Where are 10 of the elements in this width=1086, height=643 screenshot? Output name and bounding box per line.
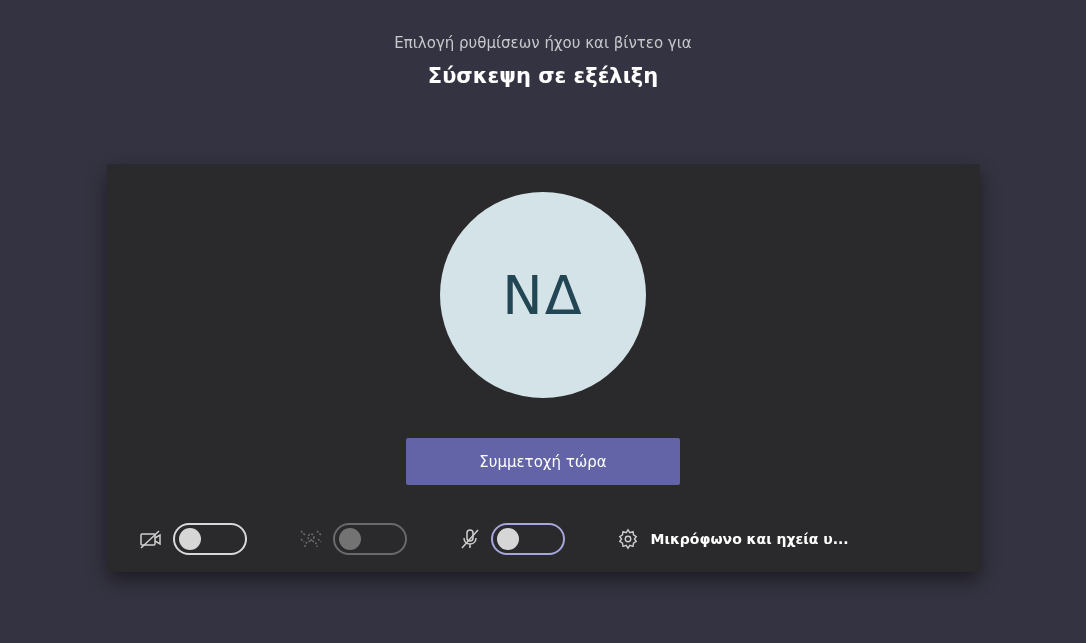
- avatar: ΝΔ: [440, 192, 646, 398]
- device-settings-button[interactable]: Μικρόφωνο και ηχεία υ...: [616, 528, 849, 550]
- camera-off-icon: [138, 529, 163, 549]
- toggle-switch[interactable]: [490, 523, 565, 555]
- subtitle: Επιλογή ρυθμίσεων ήχου και βίντεο για: [394, 34, 692, 52]
- meeting-title: Σύσκεψη σε εξέλιξη: [427, 64, 659, 88]
- settings-icon: [616, 528, 639, 550]
- microphone-off-icon: [458, 528, 481, 550]
- background-effects-icon: [298, 529, 323, 549]
- join-button[interactable]: Συμμετοχή τώρα: [406, 438, 680, 485]
